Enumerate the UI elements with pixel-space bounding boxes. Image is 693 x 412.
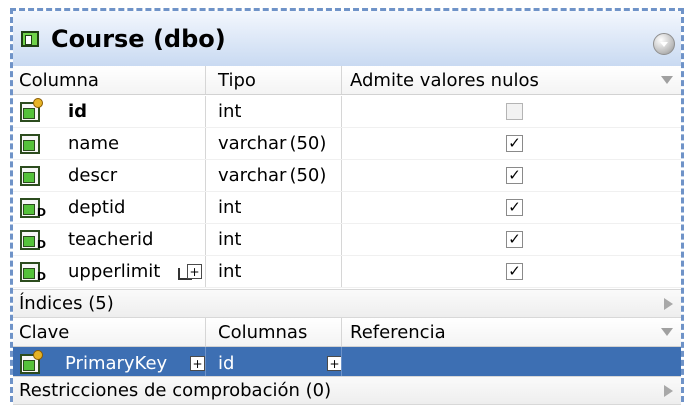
type-size: (50) <box>289 133 327 154</box>
row-divider <box>341 96 342 127</box>
indexes-sort-icon[interactable] <box>661 328 673 336</box>
row-name-descr: descr <box>68 165 118 186</box>
nullable-checkbox-name[interactable]: ✓ <box>506 128 523 159</box>
table-row-teacherid[interactable]: teacherid int ✓ <box>13 224 681 256</box>
row-name-id: id <box>68 101 88 122</box>
row-divider <box>205 192 206 223</box>
row-type-deptid: int <box>218 197 242 218</box>
table-title-bar[interactable]: Course (dbo) <box>13 11 681 67</box>
row-name-upperlimit: upperlimit <box>68 261 161 282</box>
column-header-nullable: Admite valores nulos <box>350 69 539 91</box>
check-icon: ✓ <box>506 199 523 216</box>
nullable-checkbox-upperlimit[interactable]: ✓ <box>506 256 523 287</box>
row-name-teacherid: teacherid <box>68 229 154 250</box>
type-size: (50) <box>289 165 327 186</box>
key-edit-plus-icon[interactable]: + <box>190 356 205 371</box>
foreign-key-column-icon <box>20 262 46 283</box>
check-constraints-title: Restricciones de comprobación (0) <box>19 380 332 401</box>
table-row-descr[interactable]: descr varchar (50) ✓ <box>13 160 681 192</box>
column-icon <box>20 134 40 154</box>
row-divider <box>341 224 342 255</box>
check-icon: ✓ <box>506 135 523 152</box>
row-type-name: varchar (50) <box>218 128 326 159</box>
indexes-header: Clave Columnas Referencia <box>13 318 681 347</box>
check-icon: ✓ <box>506 263 523 280</box>
column-header-name: Columna <box>19 69 99 91</box>
header-divider-2 <box>341 318 342 346</box>
primary-key-column-icon <box>20 98 43 122</box>
header-divider-1 <box>205 318 206 346</box>
indexes-expand-icon[interactable] <box>664 298 673 310</box>
foreign-key-column-icon <box>20 198 46 219</box>
columns-sort-icon[interactable] <box>661 76 673 84</box>
column-header-type: Tipo <box>218 69 256 91</box>
table-row-id[interactable]: id int <box>13 96 681 128</box>
check-constraints-section-header[interactable]: Restricciones de comprobación (0) <box>13 376 681 405</box>
columns-edit-plus-icon[interactable]: + <box>327 356 342 371</box>
indexes-title: Índices (5) <box>19 293 114 314</box>
row-divider <box>205 128 206 159</box>
row-divider <box>205 347 206 379</box>
nullable-checkbox-deptid[interactable]: ✓ <box>506 192 523 223</box>
type-value: varchar <box>218 165 287 186</box>
row-divider <box>341 256 342 287</box>
table-row-deptid[interactable]: deptid int ✓ <box>13 192 681 224</box>
index-header-reference: Referencia <box>350 321 446 343</box>
table-icon <box>21 31 39 47</box>
foreign-key-column-icon <box>20 230 46 251</box>
columns-header: Columna Tipo Admite valores nulos <box>13 66 681 95</box>
nullable-checkbox-descr[interactable]: ✓ <box>506 160 523 191</box>
table-row-name[interactable]: name varchar (50) ✓ <box>13 128 681 160</box>
row-divider <box>341 192 342 223</box>
row-type-upperlimit: int <box>218 261 242 282</box>
table-title: Course (dbo) <box>51 25 226 53</box>
primary-key-icon <box>20 350 43 374</box>
check-icon: ✓ <box>506 167 523 184</box>
table-course-panel: Course (dbo) Columna Tipo Admite valores… <box>10 8 684 405</box>
check-constraints-expand-icon[interactable] <box>664 385 673 397</box>
index-header-columns: Columnas <box>218 321 308 343</box>
index-columns-value: id <box>218 352 235 374</box>
row-type-teacherid: int <box>218 229 242 250</box>
check-icon: ✓ <box>506 231 523 248</box>
index-key-value: PrimaryKey <box>65 352 168 374</box>
row-divider <box>341 160 342 191</box>
row-divider <box>205 160 206 191</box>
row-type-descr: varchar (50) <box>218 160 326 191</box>
row-divider <box>341 128 342 159</box>
collapse-button[interactable] <box>653 33 675 55</box>
checkbox-icon <box>506 103 523 120</box>
index-header-key: Clave <box>19 321 70 343</box>
nullable-checkbox-teacherid[interactable]: ✓ <box>506 224 523 255</box>
row-divider <box>341 347 342 379</box>
header-divider-2 <box>341 66 342 94</box>
nullable-checkbox-id[interactable] <box>506 96 523 127</box>
row-divider <box>205 96 206 127</box>
row-name-name: name <box>68 133 120 154</box>
row-divider <box>205 224 206 255</box>
expand-plus-icon[interactable]: + <box>187 264 202 279</box>
indexes-section-header[interactable]: Índices (5) <box>13 289 681 318</box>
row-name-deptid: deptid <box>68 197 126 218</box>
column-icon <box>20 166 40 186</box>
type-value: varchar <box>218 133 287 154</box>
table-row-upperlimit[interactable]: upperlimit + int ✓ <box>13 256 681 288</box>
row-divider <box>205 256 206 287</box>
row-type-id: int <box>218 101 242 122</box>
header-divider-1 <box>205 66 206 94</box>
